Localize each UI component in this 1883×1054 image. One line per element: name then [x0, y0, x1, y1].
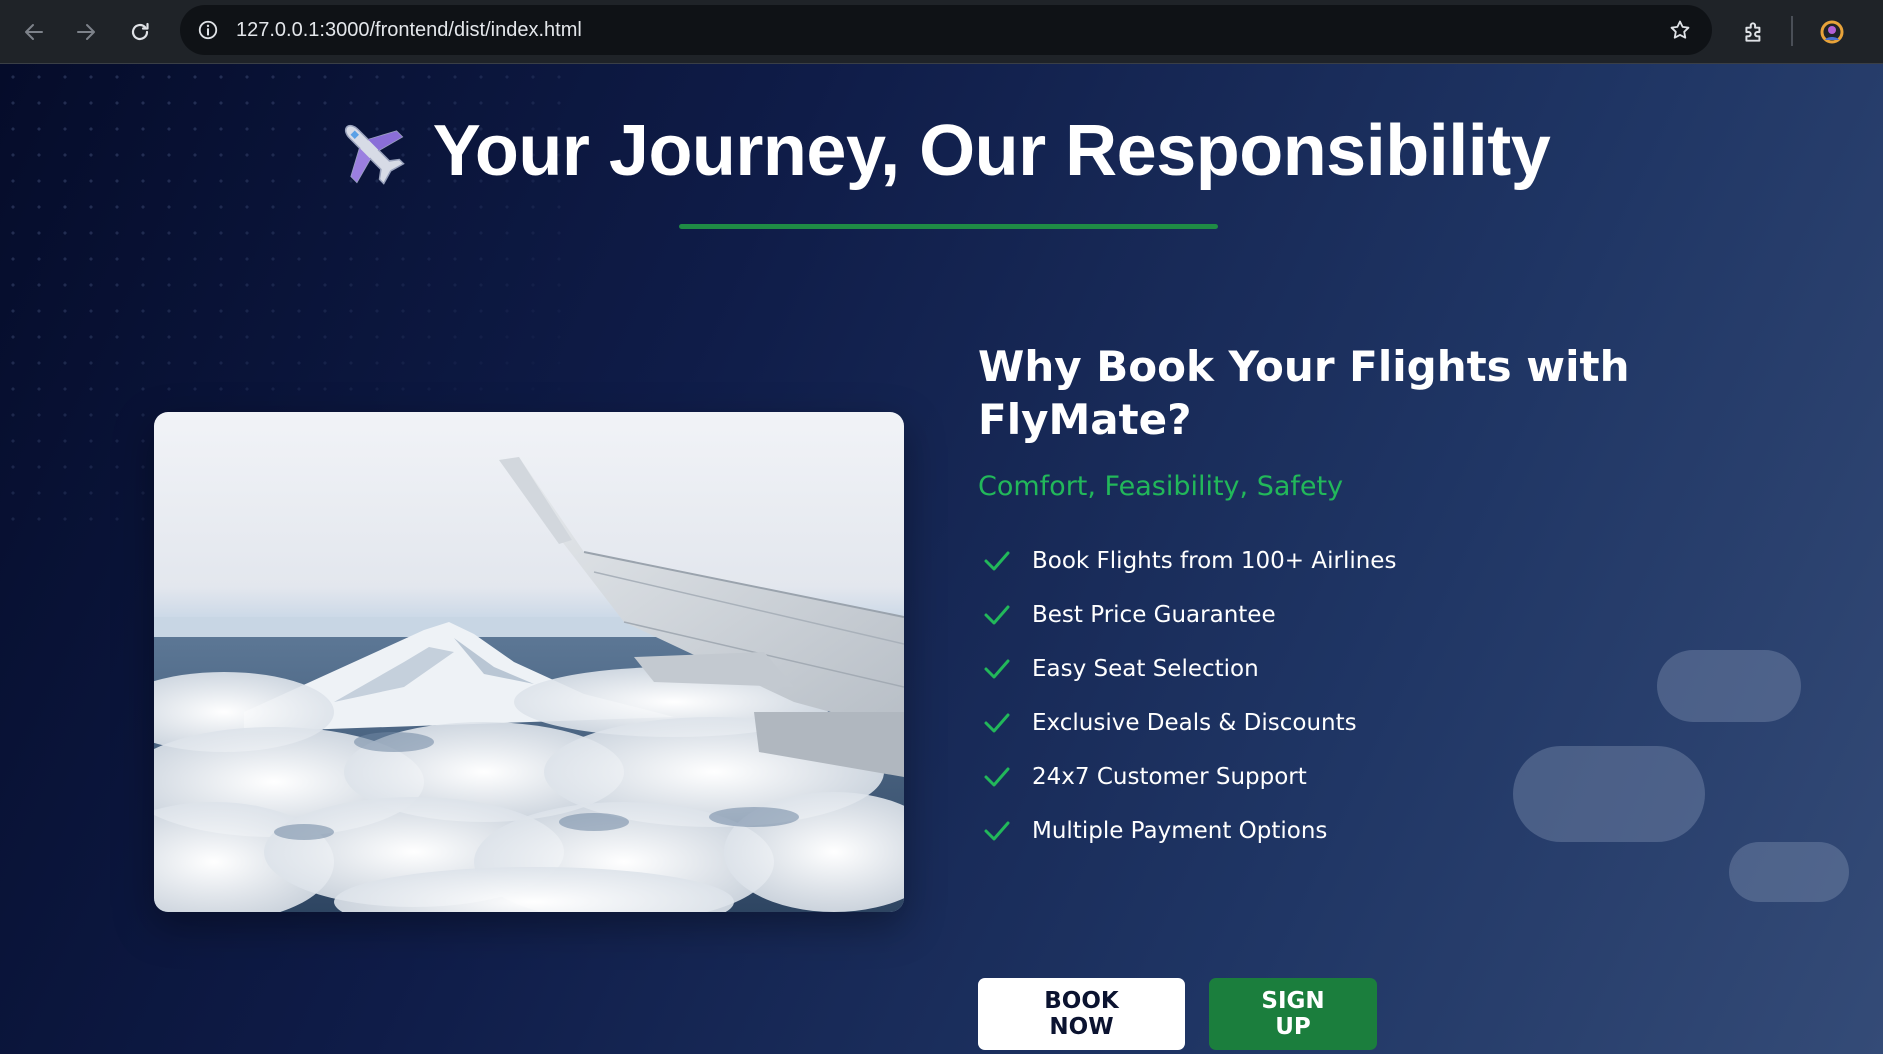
reload-icon [131, 22, 149, 41]
browser-toolbar: 127.0.0.1:3000/frontend/dist/index.html [0, 0, 1883, 64]
arrow-left-icon [25, 24, 43, 40]
check-icon [984, 605, 1010, 625]
cloud-decoration [1513, 746, 1705, 842]
back-button[interactable] [12, 10, 56, 54]
check-icon [984, 821, 1010, 841]
site-info-button[interactable] [190, 12, 226, 48]
cloud-decoration [1657, 650, 1801, 722]
star-icon [1670, 20, 1690, 39]
forward-button[interactable] [64, 10, 108, 54]
feature-text: 24x7 Customer Support [1032, 764, 1307, 790]
address-bar[interactable]: 127.0.0.1:3000/frontend/dist/index.html [180, 5, 1712, 55]
check-icon [984, 713, 1010, 733]
feature-item: Book Flights from 100+ Airlines [978, 534, 1678, 588]
info-heading: Why Book Your Flights with FlyMate? [978, 342, 1630, 444]
feature-text: Exclusive Deals & Discounts [1032, 710, 1357, 736]
title-underline [679, 224, 1218, 229]
toolbar-divider [1791, 16, 1793, 46]
profile-avatar-icon [1820, 20, 1844, 44]
hero-title: Your Journey, Our Responsibility [0, 110, 1883, 192]
extensions-button[interactable] [1732, 10, 1776, 54]
check-icon [984, 551, 1010, 571]
profile-button[interactable] [1810, 10, 1854, 54]
feature-text: Book Flights from 100+ Airlines [1032, 548, 1397, 574]
book-now-button[interactable]: BOOK NOW [978, 978, 1185, 1050]
arrow-right-icon [77, 24, 95, 40]
cloud-decoration [1729, 842, 1849, 902]
feature-item: Best Price Guarantee [978, 588, 1678, 642]
cta-buttons: BOOK NOW SIGN UP [978, 978, 1377, 1050]
reload-button[interactable] [118, 10, 162, 54]
feature-text: Easy Seat Selection [1032, 656, 1259, 682]
hero-heading: Your Journey, Our Responsibility [432, 111, 1551, 191]
tagline: Comfort, Feasibility, Safety [978, 471, 1344, 502]
info-icon [198, 20, 218, 40]
puzzle-icon [1745, 22, 1761, 42]
url-text[interactable]: 127.0.0.1:3000/frontend/dist/index.html [236, 5, 582, 55]
bookmark-button[interactable] [1662, 12, 1698, 48]
sign-up-button[interactable]: SIGN UP [1209, 978, 1377, 1050]
hero-section: Your Journey, Our Responsibility Why Boo… [0, 64, 1883, 1054]
feature-item: Exclusive Deals & Discounts [978, 696, 1678, 750]
check-icon [984, 767, 1010, 787]
airplane-icon [344, 124, 405, 185]
feature-text: Multiple Payment Options [1032, 818, 1328, 844]
feature-item: Easy Seat Selection [978, 642, 1678, 696]
check-icon [984, 659, 1010, 679]
airplane-wing-photo [154, 412, 904, 912]
feature-text: Best Price Guarantee [1032, 602, 1276, 628]
